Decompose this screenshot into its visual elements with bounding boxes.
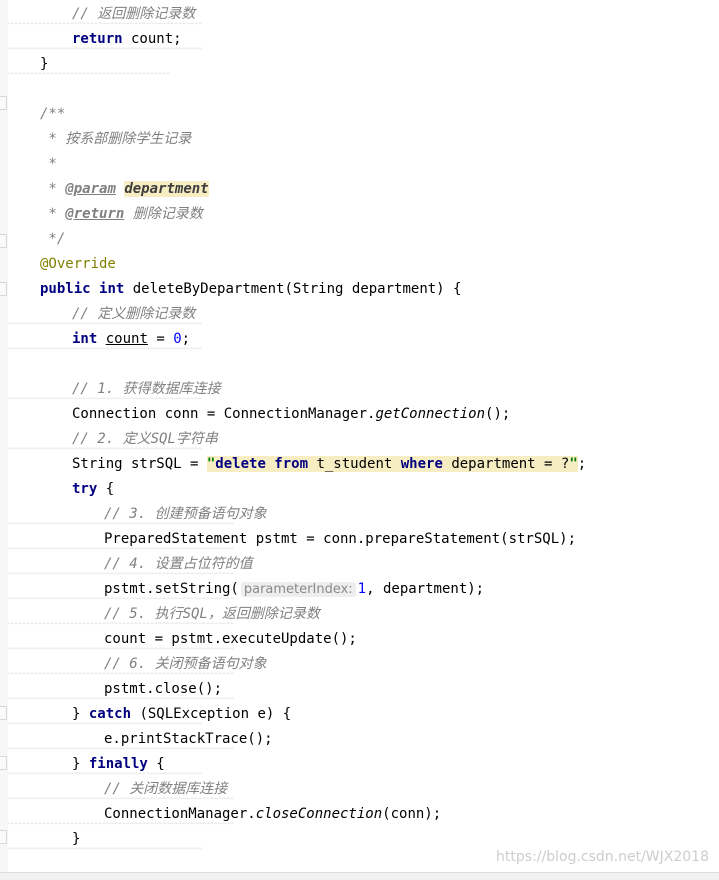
code-token: * 按系部删除学生记录 [40,131,192,147]
code-token: t_student [308,456,401,472]
code-token: } [40,56,49,72]
code-token: @return [65,206,125,222]
code-token: * [40,181,66,197]
indent-guide-squiggle [8,672,234,676]
code-token: @param [65,181,116,197]
indent-guide-squiggle [8,572,234,576]
code-line[interactable] [0,77,719,102]
code-token: PreparedStatement pstmt = conn.prepareSt… [104,531,577,547]
code-token: { [97,481,115,497]
indent-guide-squiggle [8,647,234,651]
code-token: } [72,706,89,722]
code-token: , department); [366,581,485,597]
code-line[interactable]: */ [0,227,719,252]
code-token: // 3. 创建预备语句对象 [104,506,267,522]
code-token: Connection conn = ConnectionManager. [72,406,376,422]
code-token: deleteByDepartment(String department) { [124,281,462,297]
indent-guide-squiggle [8,697,234,701]
indent-guide-squiggle [8,597,234,601]
code-token: ConnectionManager. [104,806,256,822]
code-token: pstmt.close(); [104,681,223,697]
indent-guide-squiggle [8,72,170,76]
code-token: /** [40,106,66,122]
code-token: delete from [215,456,309,472]
code-line[interactable]: * @param department [0,177,719,202]
code-token: (SQLException e) { [131,706,292,722]
code-token: count; [122,31,182,47]
code-token: ; [181,331,191,347]
code-token: (); [485,406,511,422]
code-token: // 5. 执行SQL，返回删除记录数 [104,606,320,622]
code-token: int [72,331,98,347]
code-token: int [99,281,125,297]
code-token: getConnection [375,406,486,422]
code-token: * [40,206,66,222]
code-token: // 6. 关闭预备语句对象 [104,656,267,672]
code-line[interactable]: /** [0,102,719,127]
code-token: finally [88,756,148,772]
code-token: // 定义删除记录数 [72,306,196,322]
code-token: } [72,756,89,772]
indent-guide-squiggle [8,797,234,801]
code-line[interactable] [0,352,719,377]
code-line[interactable]: public int deleteByDepartment(String dep… [0,277,719,302]
code-token: count = pstmt.executeUpdate(); [104,631,357,647]
code-line[interactable]: Connection conn = ConnectionManager.getC… [0,402,719,427]
code-token: 0 [173,331,182,347]
code-token: String strSQL = [72,456,207,472]
indent-guide-squiggle [8,722,202,726]
code-line[interactable]: String strSQL = " delete from t_student w… [0,452,719,477]
indent-guide-squiggle [8,747,234,751]
indent-guide-squiggle [8,447,202,451]
indent-guide-squiggle [8,397,202,401]
code-token: e.printStackTrace(); [104,731,273,747]
code-token: // 1. 获得数据库连接 [72,381,221,397]
code-token: // 2. 定义SQL字符串 [72,431,218,447]
code-token: { [147,756,165,772]
code-token: count [105,331,148,347]
indent-guide-squiggle [8,772,202,776]
code-line[interactable]: * [0,152,719,177]
code-line[interactable]: * @return 删除记录数 [0,202,719,227]
code-token: ; [577,456,587,472]
code-line[interactable]: * 按系部删除学生记录 [0,127,719,152]
code-token: // 关闭数据库连接 [104,781,228,797]
indent-guide-squiggle [8,547,234,551]
code-token: pstmt.setString( [104,581,239,597]
code-token: // 返回删除记录数 [72,6,196,22]
code-token: } [72,831,81,847]
code-token: public [40,281,91,297]
indent-guide-squiggle [8,822,234,826]
code-token: * [40,156,57,172]
code-token: return [72,31,123,47]
code-token: (conn); [382,806,442,822]
indent-guide-squiggle [8,622,234,626]
code-token: department [124,181,209,197]
indent-guide-squiggle [8,522,234,526]
indent-guide-squiggle [8,347,202,351]
indent-guide-squiggle [8,322,202,326]
code-line[interactable]: try { [0,477,719,502]
code-token: closeConnection [255,806,383,822]
code-token: where [400,456,443,472]
parameter-hint: parameterIndex: [240,582,356,597]
code-token: */ [40,231,66,247]
code-token: // 4. 设置占位符的值 [104,556,253,572]
indent-guide-squiggle [8,22,202,26]
indent-guide-squiggle [8,847,202,851]
code-token: " [569,456,578,472]
watermark: https://blog.csdn.net/WJX2018 [496,849,709,865]
code-token: = [147,331,174,347]
code-line[interactable]: @Override [0,252,719,277]
indent-guide-squiggle [8,47,202,51]
code-token: 1 [357,581,367,597]
code-token: @Override [40,256,116,272]
code-token: 删除记录数 [124,206,203,222]
code-token: department = ? [442,456,570,472]
code-token: try [72,481,98,497]
code-token: catch [88,706,132,722]
